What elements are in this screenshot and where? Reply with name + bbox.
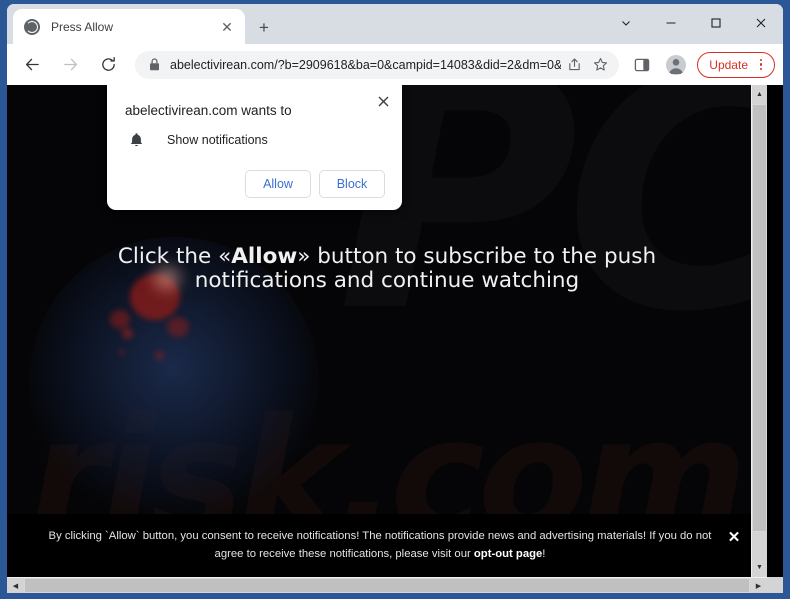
vertical-scrollbar-thumb[interactable] [752,104,767,532]
dialog-actions: Allow Block [125,170,385,198]
forward-icon[interactable] [55,50,85,80]
tab-search-icon[interactable] [603,4,648,42]
background-blob [122,328,133,339]
address-bar[interactable]: abelectivirean.com/?b=2909618&ba=0&campi… [135,50,620,79]
browser-window: Press Allow ✕ + abelectivirean.com/?b=29… [0,0,790,599]
background-blob [167,317,189,337]
browser-window-inner: Press Allow ✕ + abelectivirean.com/?b=29… [7,4,783,593]
consent-banner: By clicking `Allow` button, you consent … [7,514,767,577]
vertical-scrollbar[interactable]: ▲ ▼ [751,85,767,577]
page-viewport: PC risk.com Click the «Allow» button to … [7,85,783,593]
opt-out-link[interactable]: opt-out page [474,548,542,560]
lock-icon [147,58,161,72]
bell-icon [125,132,147,148]
scroll-left-arrow-icon[interactable]: ◀ [7,578,24,593]
dialog-permission-row: Show notifications [125,132,385,148]
dialog-permission-label: Show notifications [167,133,268,147]
background-blob [119,349,125,355]
consent-close-icon[interactable]: ✕ [725,528,743,546]
url-text: abelectivirean.com/?b=2909618&ba=0&campi… [170,57,562,72]
horizontal-scrollbar-thumb[interactable] [24,578,750,593]
maximize-button[interactable] [693,4,738,42]
dialog-title: abelectivirean.com wants to [125,103,292,118]
update-button-label: Update [709,57,748,72]
notification-permission-dialog: abelectivirean.com wants to Show notific… [107,85,402,210]
scroll-up-arrow-icon[interactable]: ▲ [752,86,767,103]
horizontal-scrollbar[interactable]: ◀ ▶ [7,577,783,593]
dialog-close-icon[interactable] [372,90,394,112]
scroll-down-arrow-icon[interactable]: ▼ [752,559,767,576]
reload-icon[interactable] [93,50,123,80]
profile-avatar-icon[interactable] [662,51,690,79]
globe-icon [24,18,40,35]
avatar [666,54,687,75]
browser-toolbar: abelectivirean.com/?b=2909618&ba=0&campi… [7,44,783,85]
background-blob [155,351,164,360]
tab-strip: Press Allow ✕ + [7,4,783,44]
headline-allow-word: Allow [231,244,298,269]
minimize-button[interactable] [648,4,693,42]
new-tab-button[interactable]: + [252,15,276,39]
consent-text-before: By clicking `Allow` button, you consent … [48,530,712,560]
share-icon[interactable] [561,52,587,78]
page-headline: Click the «Allow» button to subscribe to… [55,244,719,294]
background-blob [110,310,130,329]
scrollbar-corner [767,577,783,593]
tab-title: Press Allow [51,19,114,34]
back-icon[interactable] [17,50,47,80]
scroll-right-arrow-icon[interactable]: ▶ [750,578,767,593]
star-icon[interactable] [587,52,613,78]
headline-prefix: Click the « [117,244,232,269]
tab-press-allow[interactable]: Press Allow ✕ [13,9,245,44]
side-panel-icon[interactable] [628,51,656,79]
window-controls [603,4,783,42]
close-window-button[interactable] [738,4,783,42]
consent-text-after: ! [542,547,546,560]
block-button[interactable]: Block [319,170,385,198]
kebab-menu-icon[interactable] [753,56,769,74]
allow-button[interactable]: Allow [245,170,311,198]
update-button[interactable]: Update [697,51,775,78]
tab-close-icon[interactable]: ✕ [217,17,237,37]
